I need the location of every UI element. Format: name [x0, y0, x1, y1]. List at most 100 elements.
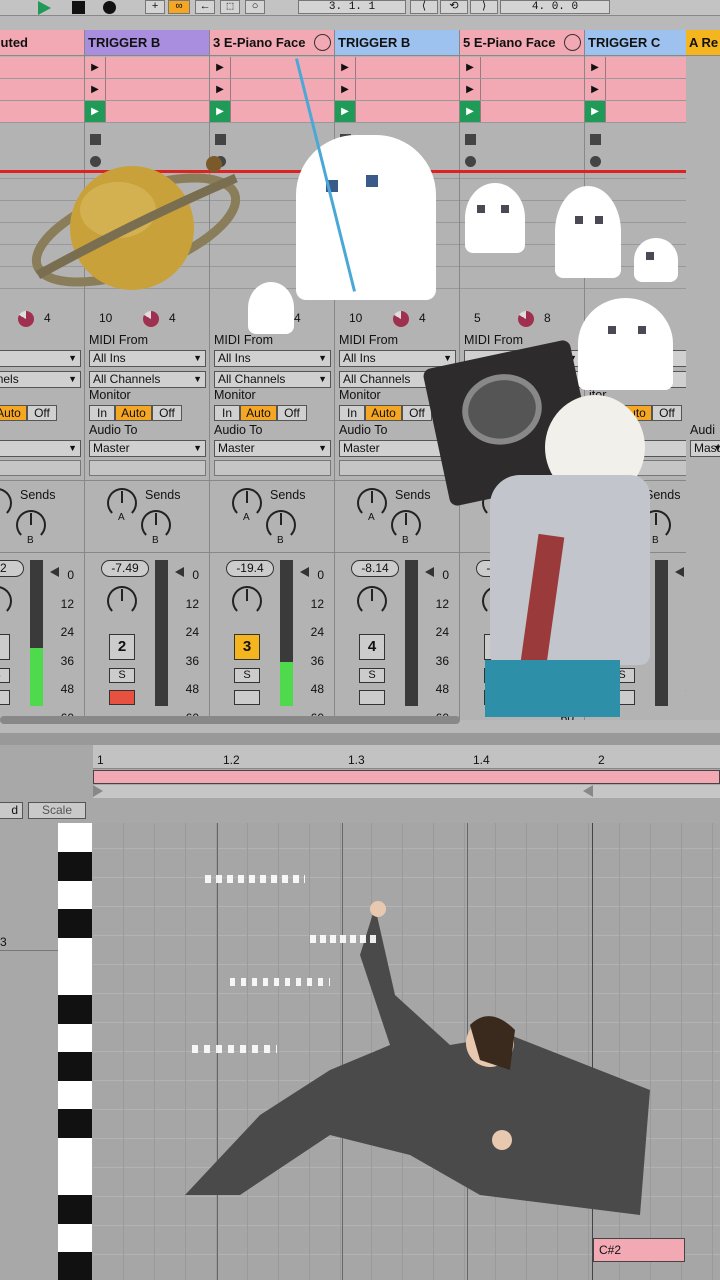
monitor-off-button[interactable]: Off — [277, 405, 307, 421]
monitor-off-button[interactable]: Off — [27, 405, 57, 421]
midi-from-select[interactable]: All Ins — [89, 350, 206, 367]
audio-to-select[interactable]: Master — [89, 440, 206, 457]
record-icon[interactable] — [103, 1, 116, 14]
clip-slot[interactable]: ▶ — [0, 57, 84, 79]
monitor-off-button[interactable]: Off — [152, 405, 182, 421]
fold-button[interactable]: d — [0, 802, 23, 819]
black-key[interactable] — [58, 1109, 92, 1138]
arm-button[interactable] — [359, 690, 385, 705]
clip-slot[interactable]: ▶ — [85, 79, 209, 101]
stop-clip-icon[interactable] — [590, 134, 601, 145]
solo-button[interactable]: S — [0, 668, 10, 683]
midi-from-select[interactable]: All Ins — [214, 350, 331, 367]
monitor-auto-button[interactable]: Auto — [115, 405, 152, 421]
solo-button[interactable]: S — [359, 668, 385, 683]
pan-knob[interactable] — [107, 586, 137, 616]
song-position[interactable]: 3. 1. 1 — [298, 0, 406, 14]
loop-region-icon[interactable]: ⬚ — [220, 0, 240, 14]
input-box[interactable] — [89, 460, 206, 476]
add-icon[interactable]: + — [145, 0, 165, 14]
black-key[interactable] — [58, 1252, 92, 1280]
black-key[interactable] — [58, 908, 92, 938]
stop-clip-icon[interactable] — [90, 134, 101, 145]
loop-length[interactable]: 4. 0. 0 — [500, 0, 610, 14]
send-a-knob[interactable] — [0, 488, 12, 518]
back-icon[interactable]: ← — [195, 0, 215, 14]
midi-from-select[interactable]: s — [0, 350, 81, 367]
pan-knob[interactable] — [357, 586, 387, 616]
clip-play-icon[interactable]: ▶ — [85, 79, 106, 100]
channel-select[interactable]: All Channels — [89, 371, 206, 388]
clip-play-icon[interactable]: ▶ — [460, 101, 481, 122]
clip-play-icon[interactable]: ▶ — [460, 57, 481, 78]
input-box[interactable] — [214, 460, 331, 476]
track-dropdown-icon[interactable] — [564, 34, 581, 51]
volume-display[interactable]: -8.14 — [351, 560, 399, 577]
black-key[interactable] — [58, 994, 92, 1024]
clip-slot[interactable]: ▶ — [460, 79, 584, 101]
record-clip-icon[interactable] — [590, 156, 601, 167]
clip-slot[interactable]: ▶ — [335, 57, 459, 79]
clip-play-icon[interactable]: ▶ — [85, 101, 106, 122]
loop-toggle-icon[interactable]: ⟲ — [440, 0, 468, 14]
arm-button[interactable] — [109, 690, 135, 705]
session-scrollbar[interactable] — [0, 716, 460, 724]
clip-slot[interactable]: ▶ — [335, 79, 459, 101]
arm-button[interactable] — [0, 690, 10, 705]
track-header[interactable]: 5 E-Piano Face — [460, 30, 584, 56]
solo-button[interactable]: S — [109, 668, 135, 683]
pan-knob[interactable] — [232, 586, 262, 616]
monitor-auto-button[interactable]: Auto — [365, 405, 402, 421]
start-marker-icon[interactable] — [93, 785, 103, 797]
loop-brace[interactable] — [93, 770, 720, 784]
clip-play-icon[interactable]: ▶ — [210, 79, 231, 100]
start-end-markers[interactable] — [93, 785, 720, 798]
clip-play-icon[interactable]: ▶ — [335, 57, 356, 78]
track-column-partial[interactable]: A Re Audi Mast — [686, 30, 720, 720]
clip-play-icon[interactable]: ▶ — [335, 79, 356, 100]
clip-slot[interactable]: ▶ — [210, 101, 334, 123]
audio-to-select[interactable]: er — [0, 440, 81, 457]
clip-slot[interactable]: ▶ — [460, 57, 584, 79]
audio-to-select[interactable]: Mast — [690, 440, 720, 457]
pan-knob[interactable] — [0, 586, 12, 616]
clip-slot[interactable]: ▶ — [335, 101, 459, 123]
clip-play-icon[interactable]: ▶ — [210, 57, 231, 78]
black-key[interactable] — [58, 1051, 92, 1081]
clip-play-icon[interactable]: ▶ — [210, 101, 231, 122]
audio-to-select[interactable]: Master — [214, 440, 331, 457]
punch-out-icon[interactable]: ⟩ — [470, 0, 498, 14]
midi-note[interactable]: C#2 — [593, 1238, 685, 1262]
arm-button[interactable] — [234, 690, 260, 705]
track-header[interactable]: 3 E-Piano Face — [210, 30, 334, 56]
volume-display[interactable]: -7.49 — [101, 560, 149, 577]
clip-slot[interactable]: ▶ — [85, 57, 209, 79]
track-activator-button[interactable]: 4 — [359, 634, 385, 660]
clip-slot[interactable]: ▶ — [0, 79, 84, 101]
volume-display[interactable]: 32 — [0, 560, 24, 577]
piano-keys[interactable] — [58, 823, 92, 1280]
monitor-auto-button[interactable]: Auto — [0, 405, 27, 421]
track-header[interactable]: TRIGGER B — [335, 30, 459, 56]
channel-select[interactable]: Channels — [0, 371, 81, 388]
clip-slot[interactable]: ▶ — [85, 101, 209, 123]
track-header[interactable]: TRIGGER B — [85, 30, 209, 56]
link-icon[interactable]: ∞ — [168, 0, 190, 14]
track-activator-button[interactable] — [0, 634, 10, 660]
solo-button[interactable]: S — [234, 668, 260, 683]
clip-play-icon[interactable]: ▶ — [585, 101, 606, 122]
monitor-in-button[interactable]: In — [214, 405, 240, 421]
track-dropdown-icon[interactable] — [314, 34, 331, 51]
channel-select[interactable]: All Channels — [214, 371, 331, 388]
track-activator-button[interactable]: 3 — [234, 634, 260, 660]
clip-play-icon[interactable]: ▶ — [585, 57, 606, 78]
track-column[interactable]: ano Muted▶▶▶104FromsChannelsitorInAutoOf… — [0, 30, 85, 720]
track-column[interactable]: TRIGGER B▶▶▶104MIDI FromAll InsAll Chann… — [85, 30, 210, 720]
punch-in-icon[interactable]: ⟨ — [410, 0, 438, 14]
clip-play-icon[interactable]: ▶ — [460, 79, 481, 100]
scale-button[interactable]: Scale — [28, 802, 86, 819]
monitor-off-button[interactable]: Off — [402, 405, 432, 421]
monitor-in-button[interactable]: In — [339, 405, 365, 421]
clip-play-icon[interactable]: ▶ — [85, 57, 106, 78]
track-header[interactable]: ano Muted — [0, 30, 84, 56]
